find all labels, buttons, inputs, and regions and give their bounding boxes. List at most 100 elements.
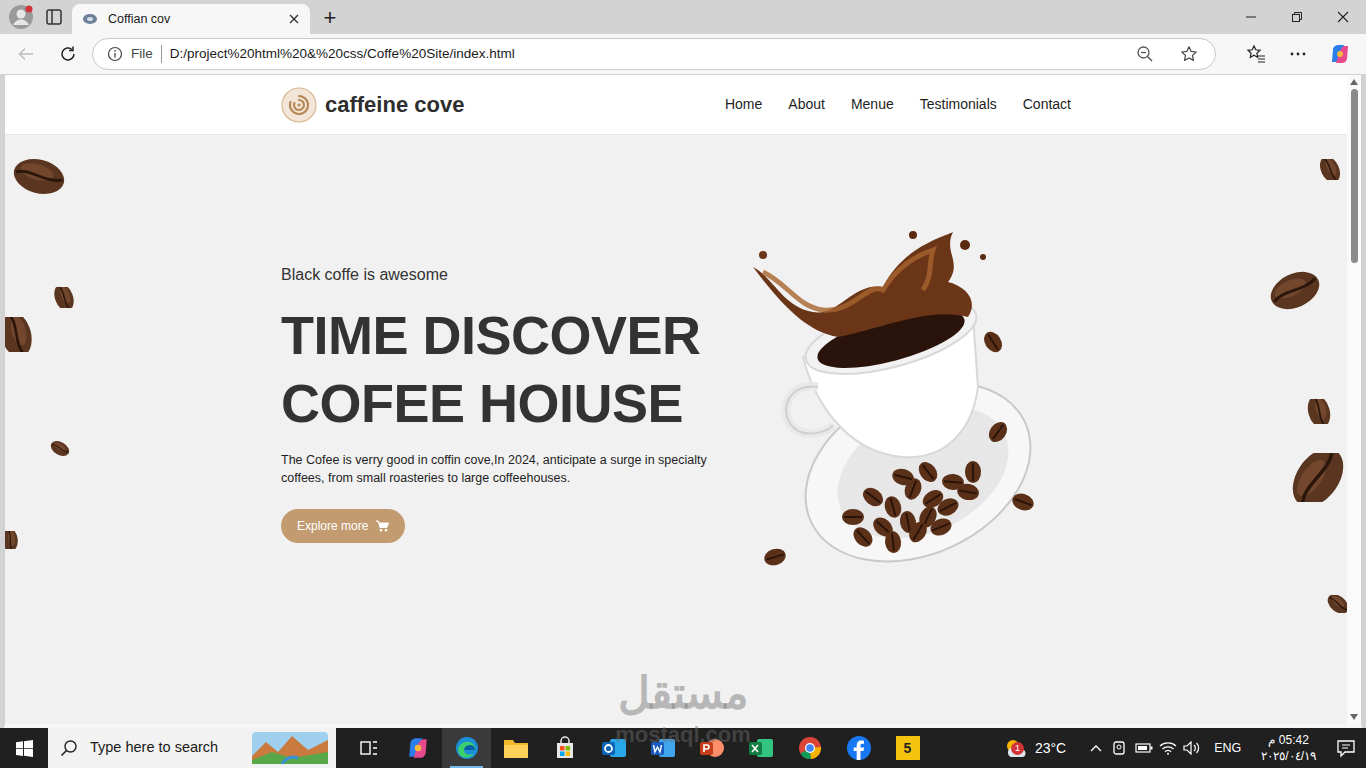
hero-title-line: COFEE HOIUSE xyxy=(281,369,721,437)
scheme-label: File xyxy=(131,44,153,64)
nav-link[interactable]: Testimonials xyxy=(920,94,997,115)
tab-strip: Coffian cov+ xyxy=(0,0,1366,34)
show-hidden-icons-icon[interactable] xyxy=(1084,728,1108,768)
explore-label: Explore more xyxy=(297,517,368,535)
watermark: مستقل mostaql.com xyxy=(0,668,1366,748)
outlook-icon xyxy=(601,736,627,760)
hero-title: TIME DISCOVERCOFEE HOIUSE xyxy=(281,301,721,437)
scroll-thumb[interactable] xyxy=(1351,89,1358,263)
hero-inner: Black coffe is awesome TIME DISCOVERCOFEE… xyxy=(281,135,1071,577)
taskbar-search[interactable]: Type here to search xyxy=(48,728,336,768)
explorer-icon xyxy=(503,737,529,759)
coffee-bean-icon xyxy=(5,317,41,352)
taskbar-app[interactable]: 5 xyxy=(883,728,932,768)
app-five-icon: 5 xyxy=(896,736,920,760)
windows-start-icon[interactable] xyxy=(0,728,48,768)
taskbar-app[interactable] xyxy=(344,728,393,768)
info-icon xyxy=(107,46,123,62)
wifi-icon[interactable] xyxy=(1156,728,1180,768)
address-bar[interactable]: File D:/project%20html%20&%20css/Coffe%20… xyxy=(92,38,1216,70)
taskbar-app[interactable] xyxy=(687,728,736,768)
coffee-bean-icon xyxy=(1301,399,1337,424)
scroll-down-icon[interactable] xyxy=(1350,714,1358,720)
scroll-track xyxy=(1347,85,1361,714)
nav-link[interactable]: Menue xyxy=(851,94,894,115)
header-inner: caffeine cove Home About Menue Testimonials C… xyxy=(281,75,1071,134)
search-icon xyxy=(60,739,78,757)
coffee-cup-illustration xyxy=(743,227,1043,577)
brand-name: caffeine cove xyxy=(325,88,464,121)
battery-icon[interactable] xyxy=(1132,728,1156,768)
taskbar-app[interactable] xyxy=(540,728,589,768)
coffee-bean-icon xyxy=(1315,159,1345,180)
taskbar-clock[interactable]: 05:42 م٢٠٢٥/٠٤/١٩ xyxy=(1251,732,1326,764)
coffee-bean-icon xyxy=(49,441,71,456)
powerpoint-icon xyxy=(699,736,725,760)
hero-text: Black coffe is awesome TIME DISCOVERCOFEE… xyxy=(281,135,721,543)
taskbar-app[interactable] xyxy=(736,728,785,768)
clock-time: 05:42 م xyxy=(1268,732,1308,748)
site-nav: Home About Menue Testimonials Contact xyxy=(725,94,1071,115)
restore-icon[interactable] xyxy=(1274,0,1320,34)
search-placeholder: Type here to search xyxy=(90,737,240,759)
taskbar-app[interactable] xyxy=(393,728,442,768)
window-controls xyxy=(1228,0,1366,34)
weather-badge: 1 xyxy=(1011,742,1024,755)
zoom-out-icon[interactable] xyxy=(1127,38,1163,70)
logo-icon[interactable] xyxy=(281,87,317,123)
profile-icon[interactable] xyxy=(8,4,34,30)
close-window-icon[interactable] xyxy=(1320,0,1366,34)
hero-paragraph: The Cofee is verry good in coffin cove,I… xyxy=(281,451,721,487)
facebook-icon xyxy=(846,735,872,761)
notifications-icon[interactable] xyxy=(1326,728,1366,768)
minimize-icon[interactable] xyxy=(1228,0,1274,34)
nav-link[interactable]: About xyxy=(788,94,825,115)
taskbar-app[interactable] xyxy=(638,728,687,768)
weather-widget[interactable]: 1 23°C xyxy=(993,737,1076,759)
taskbar-app[interactable] xyxy=(834,728,883,768)
coffee-bean-icon xyxy=(11,157,67,196)
scroll-up-icon[interactable] xyxy=(1350,79,1358,85)
close-tab-icon[interactable] xyxy=(286,11,302,27)
address-separator xyxy=(161,45,162,63)
nav-link[interactable]: Contact xyxy=(1023,94,1071,115)
chrome-icon xyxy=(797,735,823,761)
tab-actions-icon[interactable] xyxy=(42,5,66,29)
taskbar-apps: 5 xyxy=(344,728,932,768)
new-tab-button[interactable]: + xyxy=(310,1,350,33)
weather-temp: 23°C xyxy=(1035,738,1066,759)
excel-icon xyxy=(748,736,774,760)
cart-icon xyxy=(376,520,389,532)
favicon-icon xyxy=(82,11,98,27)
taskbar: Type here to search 5 1 23°C ENG05:42 م٢٠٢٥/… xyxy=(0,728,1366,768)
meet-now-icon[interactable] xyxy=(1108,728,1132,768)
coffee-bean-icon xyxy=(49,287,79,308)
web-page: caffeine cove Home About Menue Testimonials C… xyxy=(5,75,1347,724)
address-url: D:/project%20html%20&%20css/Coffe%20Site… xyxy=(170,44,1119,64)
more-icon[interactable] xyxy=(1280,38,1316,70)
hero-section: Black coffe is awesome TIME DISCOVERCOFEE… xyxy=(5,135,1347,724)
browser-tab[interactable]: Coffian cov xyxy=(72,4,310,34)
taskbar-app[interactable] xyxy=(785,728,834,768)
volume-icon[interactable] xyxy=(1180,728,1204,768)
favorite-star-icon[interactable] xyxy=(1171,38,1207,70)
explore-button[interactable]: Explore more xyxy=(281,509,405,543)
watermark-latin: mostaql.com xyxy=(615,722,751,748)
taskbar-app[interactable] xyxy=(442,728,491,768)
favorites-icon[interactable] xyxy=(1238,38,1274,70)
word-icon xyxy=(650,736,676,760)
refresh-icon[interactable] xyxy=(50,38,86,70)
search-highlight-icon xyxy=(252,732,328,764)
taskbar-app[interactable] xyxy=(491,728,540,768)
input-language[interactable]: ENG xyxy=(1204,739,1251,758)
coffee-bean-icon xyxy=(5,531,23,549)
watermark-arabic: مستقل xyxy=(618,668,749,718)
coffee-bean-icon xyxy=(1325,595,1347,613)
nav-link[interactable]: Home xyxy=(725,94,762,115)
taskbar-app[interactable] xyxy=(589,728,638,768)
strip-left xyxy=(0,0,72,34)
hero-title-line: TIME DISCOVER xyxy=(281,301,721,369)
back-icon xyxy=(8,38,44,70)
copilot-icon[interactable] xyxy=(1322,38,1358,70)
hero-eyebrow: Black coffe is awesome xyxy=(281,263,721,287)
